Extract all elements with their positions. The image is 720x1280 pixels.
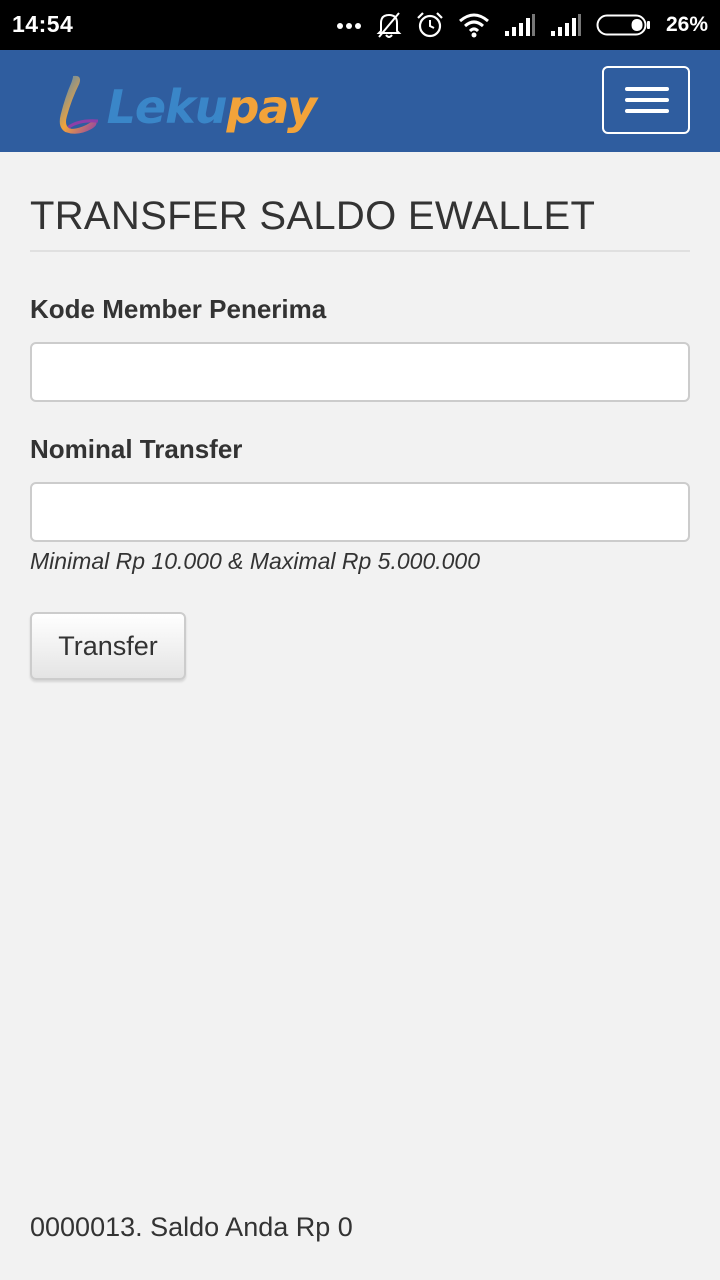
hamburger-menu-icon — [625, 87, 669, 91]
navbar: Lekupay — [0, 50, 720, 152]
brand-wordmark-pay: pay — [226, 80, 317, 134]
lekupay-logo-icon — [59, 75, 99, 134]
recipient-code-input[interactable] — [30, 342, 690, 402]
status-icons: 26% — [336, 8, 708, 42]
balance-footer: 0000013. Saldo Anda Rp 0 — [30, 1212, 353, 1242]
brand-logo[interactable]: Lekupay — [56, 64, 317, 144]
status-time: 14:54 — [12, 11, 74, 37]
notifications-off-icon — [376, 12, 402, 38]
signal-icon — [550, 14, 581, 36]
title-divider — [30, 250, 690, 252]
hamburger-menu-button[interactable] — [602, 66, 690, 134]
amount-label: Nominal Transfer — [30, 434, 243, 464]
recipient-label: Kode Member Penerima — [30, 294, 327, 324]
wifi-icon — [458, 13, 489, 38]
brand-wordmark: Lekupay — [106, 80, 317, 134]
hamburger-menu-icon — [625, 109, 669, 113]
amount-help-text: Minimal Rp 10.000 & Maximal Rp 5.000.000 — [30, 548, 481, 574]
transfer-amount-input[interactable] — [30, 482, 690, 542]
signal-icon — [504, 14, 535, 36]
transfer-button[interactable]: Transfer — [30, 612, 186, 680]
alarm-icon — [417, 12, 443, 38]
page-title: TRANSFER SALDO EWALLET — [30, 194, 596, 238]
status-bar: 14:54 26% — [0, 0, 720, 50]
hamburger-menu-icon — [625, 98, 669, 102]
battery-percent: 26% — [665, 13, 708, 36]
battery-icon — [596, 14, 650, 36]
brand-wordmark-leku: Leku — [106, 80, 228, 134]
more-dots-icon — [336, 23, 361, 29]
